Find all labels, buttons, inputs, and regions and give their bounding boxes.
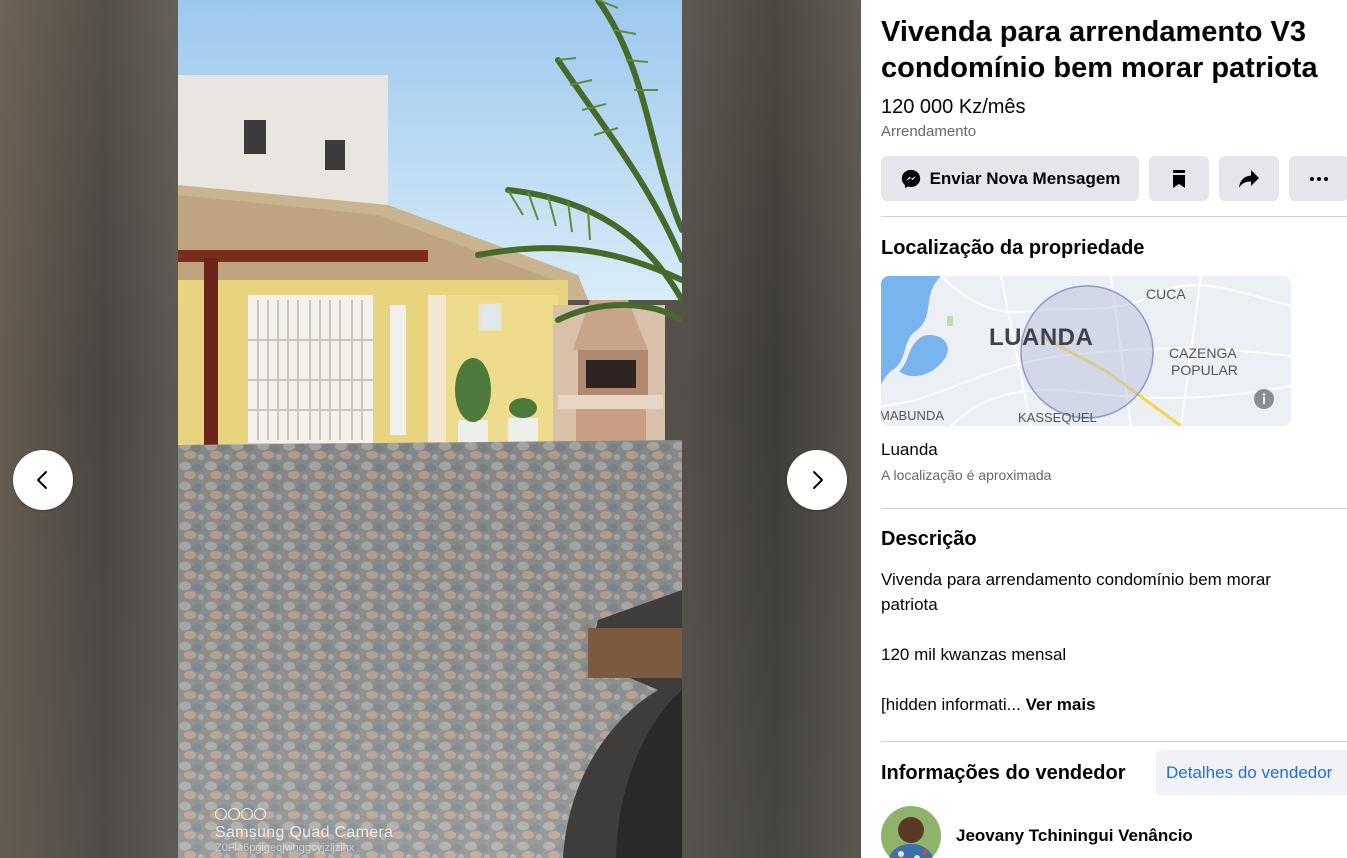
map-label-southwest: MABUNDA xyxy=(881,408,945,423)
send-message-label: Enviar Nova Mensagem xyxy=(929,168,1121,188)
watermark-subtitle: Z0Fla6pgigeqjwhggcyjzljzlhx xyxy=(215,842,355,854)
more-options-button[interactable] xyxy=(1289,156,1347,201)
info-icon[interactable] xyxy=(1254,389,1274,409)
next-photo-button[interactable] xyxy=(787,450,847,510)
map-label-east-1: CAZENGA xyxy=(1169,345,1237,361)
location-name: Luanda xyxy=(881,440,938,459)
map-label-south: KASSEQUEL xyxy=(1018,410,1097,425)
description-line: Vivenda para arrendamento condomínio bem… xyxy=(881,570,1271,614)
messenger-icon xyxy=(901,169,920,188)
divider xyxy=(881,741,1347,742)
share-button[interactable] xyxy=(1219,156,1279,201)
camera-watermark: Samsung Quad Camera Z0Fla6pgigeqjwhggcyj… xyxy=(215,808,393,854)
seller-heading: Informações do vendedor xyxy=(881,762,1126,784)
bookmark-icon xyxy=(1173,169,1185,188)
divider xyxy=(881,508,1347,509)
listing-price: 120 000 Kz/mês xyxy=(881,96,1026,118)
seller-name[interactable]: Jeovany Tchiningui Venâncio xyxy=(956,826,1193,846)
previous-photo-button[interactable] xyxy=(13,450,73,510)
more-dots-icon xyxy=(1310,176,1328,181)
seller-avatar[interactable] xyxy=(881,806,941,858)
chevron-right-icon xyxy=(813,471,823,489)
location-note: A localização é aproximada xyxy=(881,467,1052,483)
save-button[interactable] xyxy=(1149,156,1209,201)
location-heading: Localização da propriedade xyxy=(881,237,1145,259)
divider xyxy=(881,216,1347,217)
map-label-east-2: POPULAR xyxy=(1171,362,1238,378)
share-arrow-icon xyxy=(1239,169,1259,188)
description-line-truncated: [hidden informati... Ver mais xyxy=(881,692,1321,717)
see-more-link[interactable]: Ver mais xyxy=(1026,695,1096,714)
description-heading: Descrição xyxy=(881,528,977,550)
watermark-title: Samsung Quad Camera xyxy=(215,824,394,841)
description-line: 120 mil kwanzas mensal xyxy=(881,645,1067,664)
location-map[interactable]: LUANDA CUCA CAZENGA POPULAR MABUNDA KASS… xyxy=(881,276,1291,426)
description-truncated-text: [hidden informati... xyxy=(881,695,1021,714)
listing-photo xyxy=(178,0,682,858)
chevron-left-icon xyxy=(37,471,47,489)
quad-camera-icon xyxy=(215,808,393,820)
send-message-button[interactable]: Enviar Nova Mensagem xyxy=(881,156,1139,201)
map-label-north: CUCA xyxy=(1146,286,1186,302)
seller-details-button[interactable]: Detalhes do vendedor xyxy=(1156,750,1347,795)
listing-type: Arrendamento xyxy=(881,123,977,140)
listing-details-panel: Vivenda para arrendamento V3 condomínio … xyxy=(861,0,1347,858)
map-label-city: LUANDA xyxy=(989,324,1094,351)
listing-title: Vivenda para arrendamento V3 condomínio … xyxy=(881,16,1318,84)
photo-viewer: Samsung Quad Camera Z0Fla6pgigeqjwhggcyj… xyxy=(0,0,861,858)
